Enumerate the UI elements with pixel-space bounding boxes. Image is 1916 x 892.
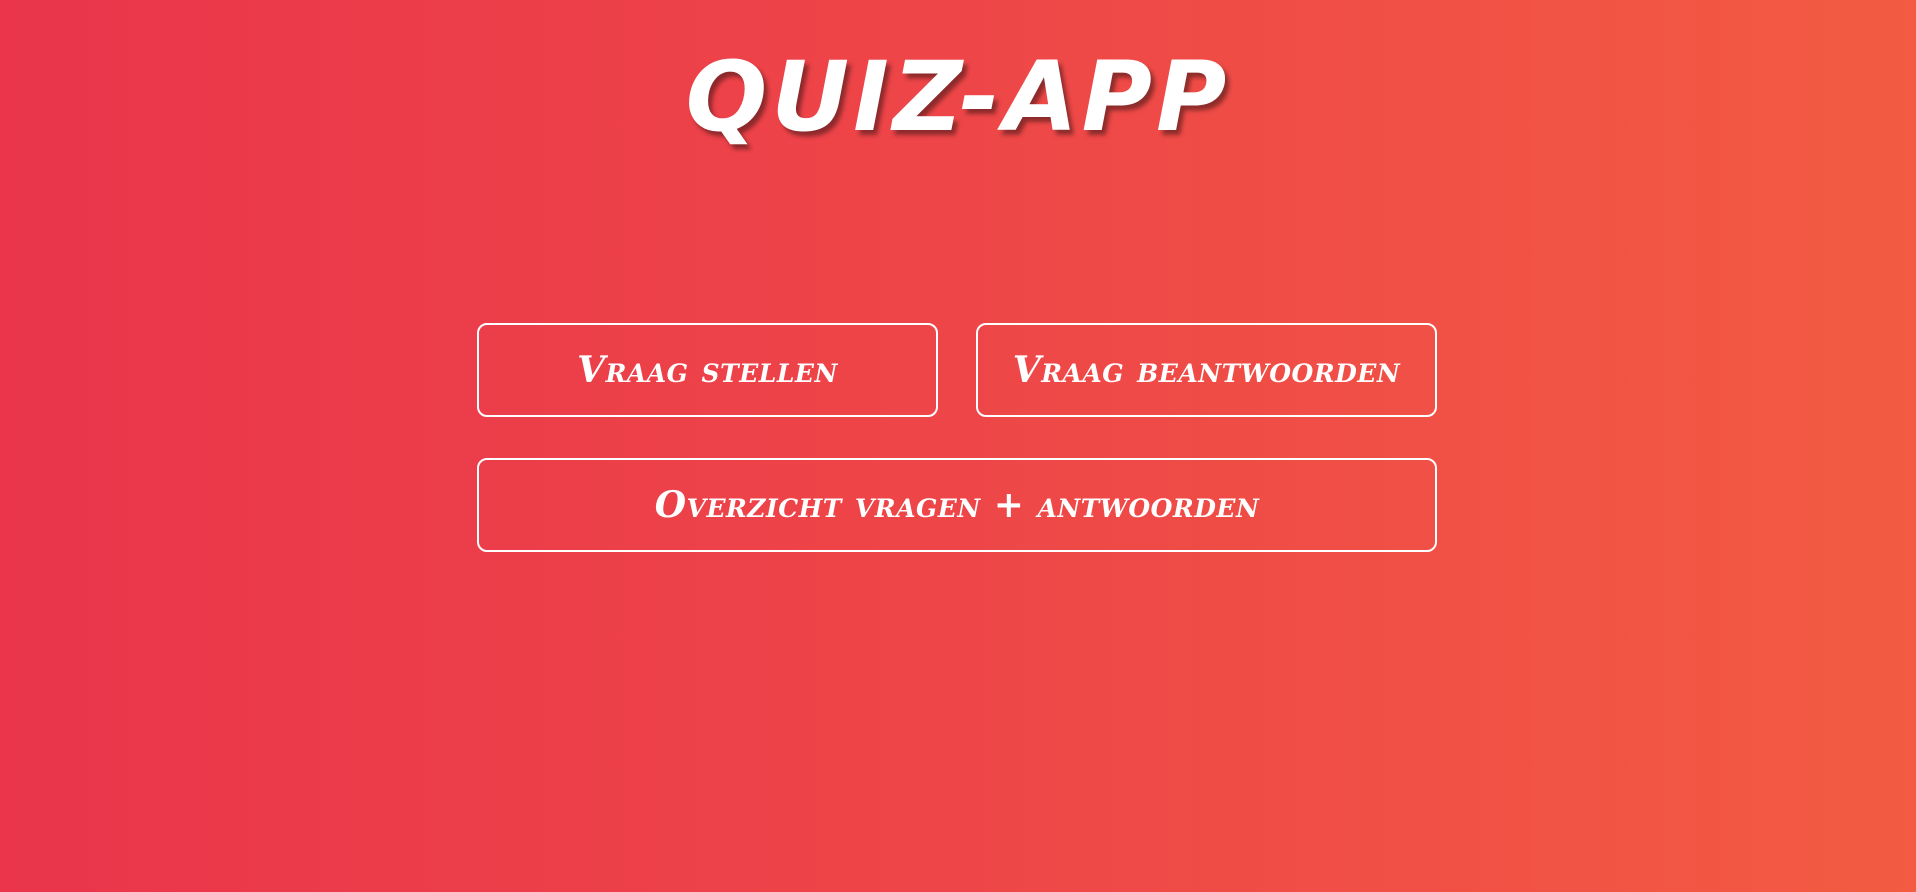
answer-question-button[interactable]: Vraag beantwoorden [976, 323, 1437, 417]
overview-button[interactable]: Overzicht vragen + antwoorden [477, 458, 1437, 552]
page-title: QUIZ-APP [685, 41, 1231, 153]
ask-question-button[interactable]: Vraag stellen [477, 323, 938, 417]
